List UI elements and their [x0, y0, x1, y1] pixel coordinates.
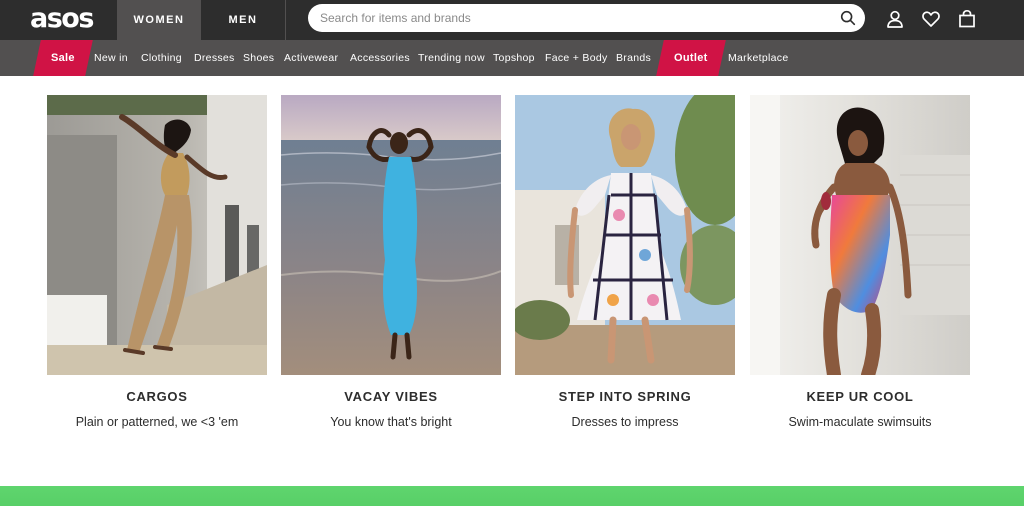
nav-item-label: Sale — [51, 52, 75, 64]
search-bar — [308, 4, 865, 32]
category-nav: Sale New in Clothing Dresses Shoes Activ… — [0, 40, 1024, 76]
promo-banner-strip[interactable] — [0, 486, 1024, 506]
nav-item-sale[interactable]: Sale — [33, 40, 93, 76]
nav-item-clothing[interactable]: Clothing — [141, 40, 182, 76]
promo-image-keep-ur-cool[interactable] — [750, 95, 970, 375]
promo-subtitle: Dresses to impress — [571, 415, 679, 429]
promo-card-keep-ur-cool[interactable]: KEEP UR COOL Swim-maculate swimsuits — [750, 95, 970, 429]
nav-item-shoes[interactable]: Shoes — [243, 40, 274, 76]
top-bar: asos WOMEN MEN — [0, 0, 1024, 40]
promo-card-step-into-spring[interactable]: STEP INTO SPRING Dresses to impress — [515, 95, 735, 429]
promo-image-vacay-vibes[interactable] — [281, 95, 501, 375]
promo-title: KEEP UR COOL — [806, 389, 914, 404]
promo-image-cargos[interactable] — [47, 95, 267, 375]
promo-title: VACAY VIBES — [344, 389, 438, 404]
promo-title: CARGOS — [126, 389, 188, 404]
nav-item-activewear[interactable]: Activewear — [284, 40, 338, 76]
nav-item-face-body[interactable]: Face + Body — [545, 40, 608, 76]
nav-item-accessories[interactable]: Accessories — [350, 40, 410, 76]
account-icon[interactable] — [885, 9, 905, 29]
heart-icon[interactable] — [921, 9, 941, 29]
tab-men[interactable]: MEN — [201, 0, 285, 40]
promo-subtitle: You know that's bright — [330, 415, 452, 429]
promo-subtitle: Plain or patterned, we <3 'em — [75, 415, 239, 429]
promo-subtitle: Swim-maculate swimsuits — [788, 415, 932, 429]
promo-image-step-into-spring[interactable] — [515, 95, 735, 375]
nav-item-new-in[interactable]: New in — [94, 40, 128, 76]
nav-item-label: Outlet — [674, 52, 708, 64]
nav-item-marketplace[interactable]: Marketplace — [728, 40, 789, 76]
header-divider — [285, 0, 286, 40]
search-input[interactable] — [320, 8, 825, 28]
tab-women[interactable]: WOMEN — [117, 0, 201, 40]
nav-item-topshop[interactable]: Topshop — [493, 40, 535, 76]
promo-card-cargos[interactable]: CARGOS Plain or patterned, we <3 'em — [47, 95, 267, 429]
promo-title: STEP INTO SPRING — [558, 389, 692, 404]
nav-item-outlet[interactable]: Outlet — [656, 40, 726, 76]
search-icon[interactable] — [839, 9, 857, 27]
bag-icon[interactable] — [957, 9, 977, 29]
nav-item-brands[interactable]: Brands — [616, 40, 651, 76]
nav-item-trending-now[interactable]: Trending now — [418, 40, 485, 76]
asos-logo[interactable]: asos — [30, 5, 94, 33]
promo-card-vacay-vibes[interactable]: VACAY VIBES You know that's bright — [281, 95, 501, 429]
nav-item-dresses[interactable]: Dresses — [194, 40, 235, 76]
